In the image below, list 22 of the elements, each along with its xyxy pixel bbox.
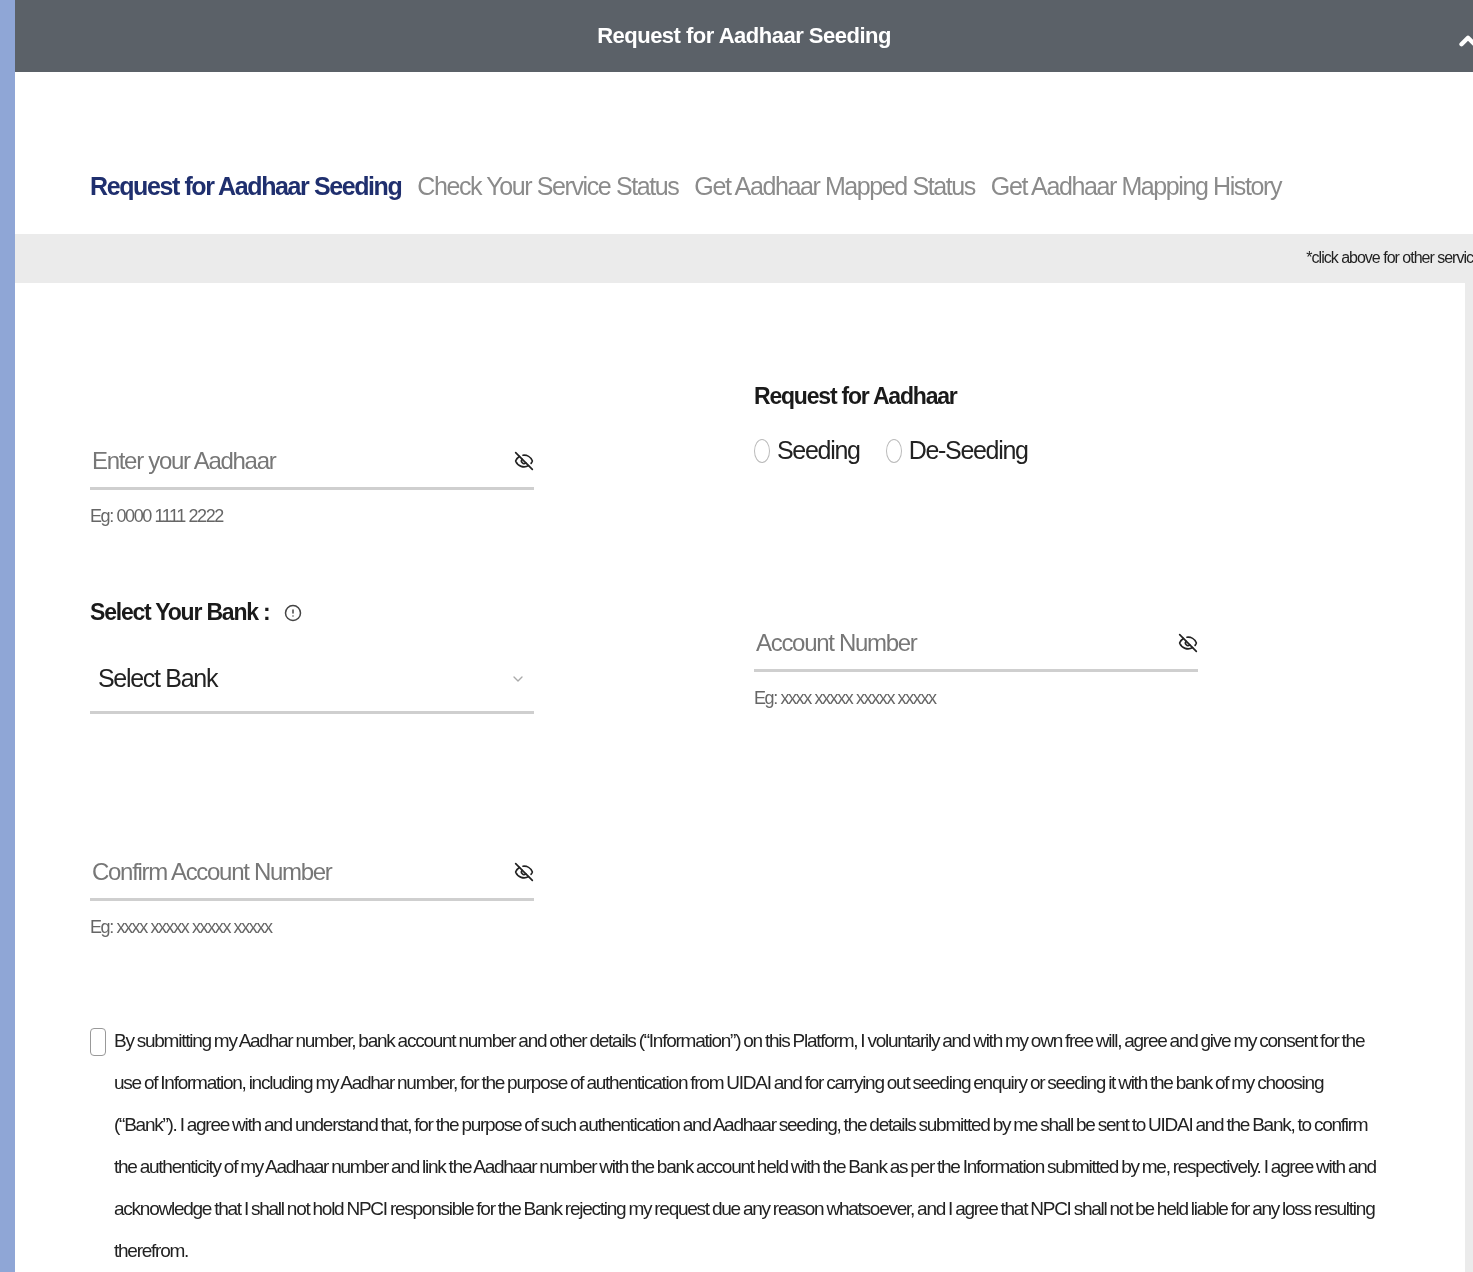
radio-circle[interactable]	[754, 438, 770, 463]
radio-circle[interactable]	[885, 438, 902, 463]
eye-off-icon[interactable]	[514, 862, 534, 882]
input-field[interactable]: Confirm Account Number	[90, 857, 514, 887]
bank-label: Select Your Bank :	[90, 599, 270, 626]
consent-checkbox[interactable]	[90, 1028, 106, 1056]
hint-text: *click above for other servic	[1306, 249, 1473, 268]
consent-text: By submitting my Aadhar number, bank account number and other details (“Information”) on this Platform, I voluntarily and with my own free will, agree and give my consent for the use of Information, including my Aadhar number, for the purpose of authentication from UIDAI and for carrying out seeding enquiry or seeding it with the bank of my choosing (“Bank”). I agree with and understand that, for the purpose of such authentication and Aadhaar seeding, the details submitted by me shall be sent to UIDAI and the Bank, to confirm the authenticity of my Aadhaar number and link the Aadhaar number with the bank account held with the Bank as per the Information submitted by me, respectively. I agree with and acknowledge that I shall not hold NPCI responsible for the Bank rejecting my request due any reason whatsoever, and I agree that NPCI shall not be held liable for any loss resulting therefrom.	[114, 1029, 1377, 1263]
example-hint: Eg: xxxx xxxxx xxxxx xxxxx	[90, 917, 274, 938]
radio-option[interactable]: Seeding	[754, 436, 860, 465]
bank-select[interactable]: Select Bank	[90, 646, 534, 714]
tab[interactable]: Request for Aadhaar Seeding	[90, 172, 402, 202]
radio-option[interactable]: De-Seeding	[885, 436, 1028, 465]
eye-off-icon[interactable]	[1178, 633, 1198, 653]
info-icon	[283, 603, 302, 622]
request-label: Request for Aadhaar	[754, 383, 959, 410]
header-title: Request for Aadhaar Seeding	[597, 23, 891, 50]
example-hint: Eg: 0000 1111 2222	[90, 506, 225, 527]
input-field[interactable]: Account Number	[754, 628, 1178, 658]
example-hint: Eg: xxxx xxxxx xxxxx xxxxx	[754, 688, 938, 709]
input-field[interactable]: Enter your Aadhaar	[90, 446, 514, 476]
eye-off-icon[interactable]	[514, 451, 534, 471]
